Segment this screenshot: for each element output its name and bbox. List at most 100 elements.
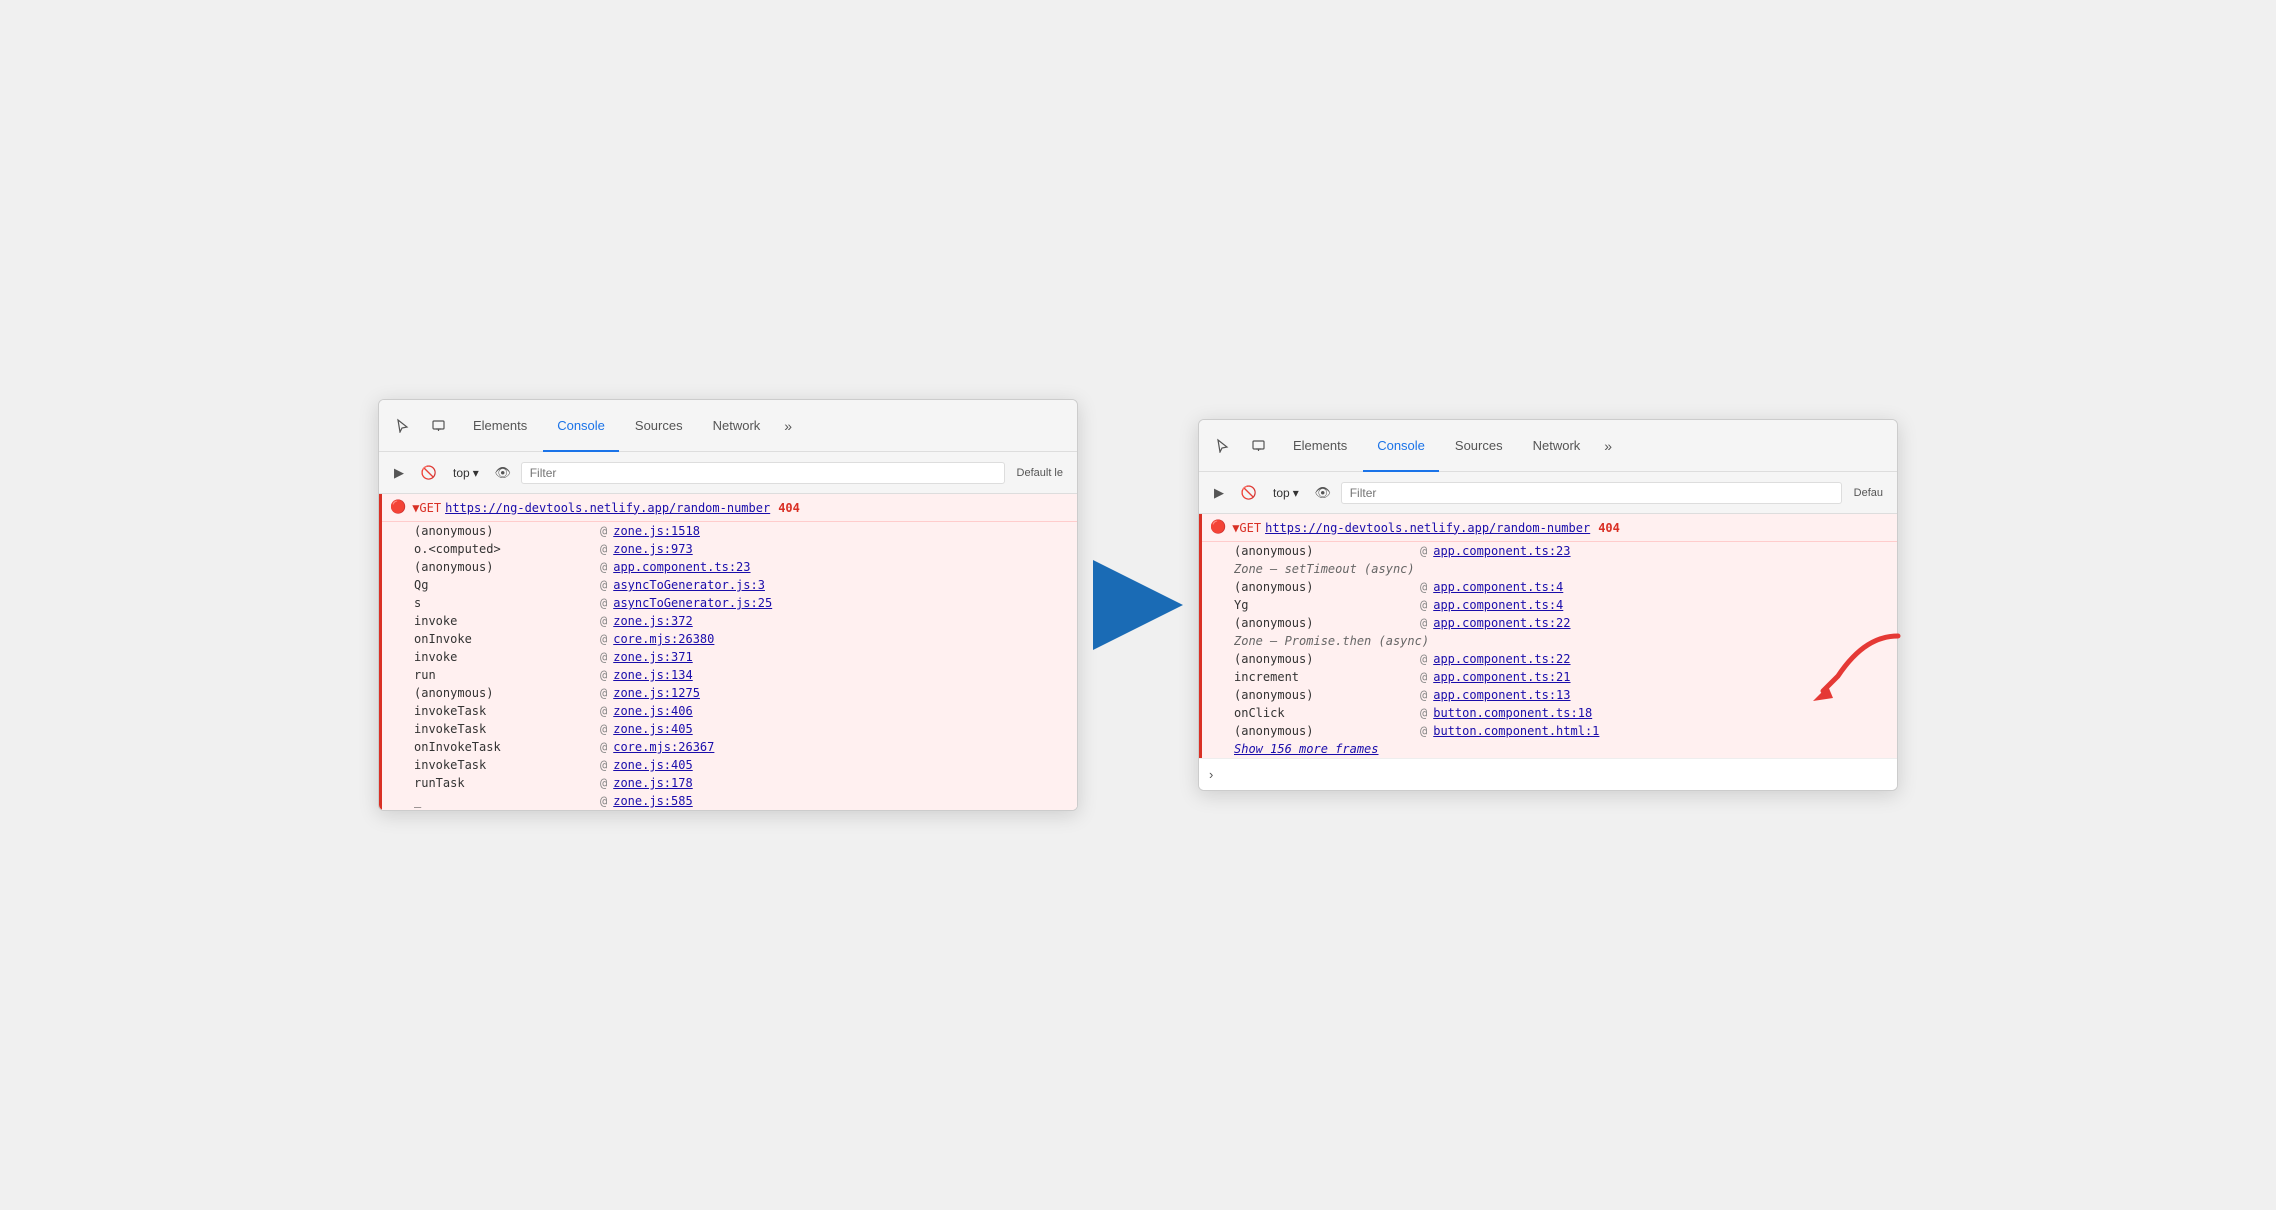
right-context-selector[interactable]: top ▾ (1267, 484, 1305, 502)
right-tab-bar: Elements Console Sources Network » (1199, 420, 1897, 472)
table-row: invokeTask @ zone.js:405 (382, 720, 1077, 738)
stack-link[interactable]: zone.js:178 (613, 776, 692, 790)
left-console-content: 🔴 ▼GET https://ng-devtools.netlify.app/r… (379, 494, 1077, 810)
table-row: Yg @ app.component.ts:4 (1202, 596, 1897, 614)
right-filter-input[interactable] (1341, 482, 1842, 504)
right-prompt-chevron: › (1209, 767, 1213, 782)
cursor-icon[interactable] (387, 411, 417, 441)
table-row: invokeTask @ zone.js:405 (382, 756, 1077, 774)
table-row: Zone — Promise.then (async) (1202, 632, 1897, 650)
left-tab-network[interactable]: Network (699, 401, 775, 452)
table-row: runTask @ zone.js:178 (382, 774, 1077, 792)
stack-link[interactable]: zone.js:1275 (613, 686, 700, 700)
stack-link[interactable]: app.component.ts:23 (613, 560, 750, 574)
left-tab-more[interactable]: » (776, 401, 800, 452)
error-circle-icon: 🔴 (390, 500, 406, 515)
show-more-frames-link[interactable]: Show 156 more frames (1234, 742, 1379, 756)
right-tab-more[interactable]: » (1596, 421, 1620, 472)
context-selector[interactable]: top ▾ (447, 464, 485, 482)
right-console-prompt: › (1199, 758, 1897, 790)
table-row: increment @ app.component.ts:21 (1202, 668, 1897, 686)
table-row: run @ zone.js:134 (382, 666, 1077, 684)
right-tab-console[interactable]: Console (1363, 421, 1439, 472)
stack-link[interactable]: zone.js:371 (613, 650, 692, 664)
right-eye-icon[interactable]: 👁 (1311, 481, 1335, 505)
table-row: (anonymous) @ button.component.html:1 (1202, 722, 1897, 740)
stack-link[interactable]: zone.js:134 (613, 668, 692, 682)
left-tab-sources[interactable]: Sources (621, 401, 697, 452)
right-console-content: 🔴 ▼GET https://ng-devtools.netlify.app/r… (1199, 514, 1897, 790)
stack-link[interactable]: app.component.ts:4 (1433, 580, 1563, 594)
table-row: Qg @ asyncToGenerator.js:3 (382, 576, 1077, 594)
stack-link[interactable]: app.component.ts:13 (1433, 688, 1570, 702)
right-tab-sources[interactable]: Sources (1441, 421, 1517, 472)
table-row: invoke @ zone.js:371 (382, 648, 1077, 666)
stack-link[interactable]: zone.js:405 (613, 722, 692, 736)
device-icon[interactable] (423, 411, 453, 441)
table-row: onInvokeTask @ core.mjs:26367 (382, 738, 1077, 756)
right-error-code: 404 (1598, 521, 1620, 535)
table-row: onInvoke @ core.mjs:26380 (382, 630, 1077, 648)
error-prefix: ▼GET (412, 501, 441, 515)
stack-link[interactable]: app.component.ts:22 (1433, 616, 1570, 630)
show-more-row: Show 156 more frames (1202, 740, 1897, 758)
stack-link[interactable]: app.component.ts:23 (1433, 544, 1570, 558)
run-icon[interactable]: ▶ (387, 461, 411, 485)
direction-arrow (1078, 560, 1198, 650)
table-row: invoke @ zone.js:372 (382, 612, 1077, 630)
table-row: (anonymous) @ zone.js:1518 (382, 522, 1077, 540)
chevron-down-icon: ▾ (473, 466, 479, 480)
table-row: (anonymous) @ zone.js:1275 (382, 684, 1077, 702)
right-error-header: 🔴 ▼GET https://ng-devtools.netlify.app/r… (1202, 514, 1897, 542)
table-row: Zone — setTimeout (async) (1202, 560, 1897, 578)
blue-arrow-shape (1093, 560, 1183, 650)
clear-icon[interactable]: 🚫 (417, 461, 441, 485)
stack-link[interactable]: core.mjs:26367 (613, 740, 714, 754)
stack-link[interactable]: zone.js:372 (613, 614, 692, 628)
right-cursor-icon[interactable] (1207, 431, 1237, 461)
left-error-header: 🔴 ▼GET https://ng-devtools.netlify.app/r… (382, 494, 1077, 522)
table-row: (anonymous) @ app.component.ts:22 (1202, 614, 1897, 632)
right-devtools-panel: Elements Console Sources Network » ▶ 🚫 t… (1198, 419, 1898, 791)
stack-link[interactable]: asyncToGenerator.js:3 (613, 578, 765, 592)
left-toolbar: ▶ 🚫 top ▾ 👁 Default le (379, 452, 1077, 494)
right-panel-wrapper: Elements Console Sources Network » ▶ 🚫 t… (1198, 419, 1898, 791)
right-error-group: 🔴 ▼GET https://ng-devtools.netlify.app/r… (1199, 514, 1897, 758)
stack-link[interactable]: zone.js:405 (613, 758, 692, 772)
right-tab-elements[interactable]: Elements (1279, 421, 1361, 472)
page-container: Elements Console Sources Network » ▶ 🚫 t… (338, 359, 1938, 851)
stack-link[interactable]: button.component.ts:18 (1433, 706, 1592, 720)
eye-icon[interactable]: 👁 (491, 461, 515, 485)
stack-link[interactable]: asyncToGenerator.js:25 (613, 596, 772, 610)
right-run-icon[interactable]: ▶ (1207, 481, 1231, 505)
filter-input[interactable] (521, 462, 1005, 484)
right-tab-network[interactable]: Network (1519, 421, 1595, 472)
left-error-url[interactable]: https://ng-devtools.netlify.app/random-n… (445, 501, 770, 515)
right-device-icon[interactable] (1243, 431, 1273, 461)
stack-link[interactable]: zone.js:406 (613, 704, 692, 718)
right-error-prefix: ▼GET (1232, 521, 1261, 535)
table-row: invokeTask @ zone.js:406 (382, 702, 1077, 720)
stack-link[interactable]: button.component.html:1 (1433, 724, 1599, 738)
right-default-levels-label: Defau (1848, 487, 1889, 499)
stack-link[interactable]: zone.js:973 (613, 542, 692, 556)
table-row: (anonymous) @ app.component.ts:23 (382, 558, 1077, 576)
left-tab-elements[interactable]: Elements (459, 401, 541, 452)
right-error-circle-icon: 🔴 (1210, 520, 1226, 535)
table-row: (anonymous) @ app.component.ts:22 (1202, 650, 1897, 668)
stack-link[interactable]: core.mjs:26380 (613, 632, 714, 646)
table-row: s @ asyncToGenerator.js:25 (382, 594, 1077, 612)
stack-link[interactable]: zone.js:1518 (613, 524, 700, 538)
stack-link[interactable]: app.component.ts:4 (1433, 598, 1563, 612)
stack-link[interactable]: app.component.ts:21 (1433, 670, 1570, 684)
table-row: (anonymous) @ app.component.ts:4 (1202, 578, 1897, 596)
stack-link[interactable]: app.component.ts:22 (1433, 652, 1570, 666)
default-levels-label: Default le (1011, 467, 1069, 479)
table-row: (anonymous) @ app.component.ts:13 (1202, 686, 1897, 704)
left-tab-console[interactable]: Console (543, 401, 619, 452)
stack-link[interactable]: zone.js:585 (613, 794, 692, 808)
right-error-url[interactable]: https://ng-devtools.netlify.app/random-n… (1265, 521, 1590, 535)
table-row: onClick @ button.component.ts:18 (1202, 704, 1897, 722)
right-clear-icon[interactable]: 🚫 (1237, 481, 1261, 505)
table-row: o.<computed> @ zone.js:973 (382, 540, 1077, 558)
